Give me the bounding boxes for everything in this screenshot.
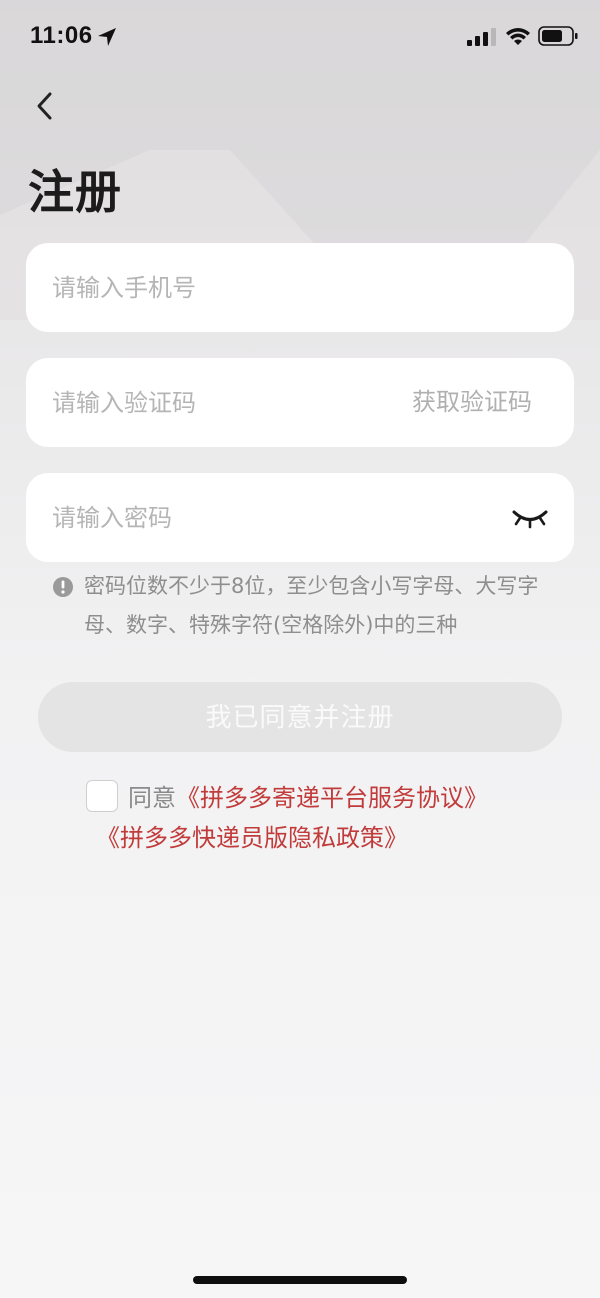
info-icon (53, 577, 73, 597)
wifi-icon (506, 28, 530, 45)
agreement-prefix: 同意 (128, 784, 176, 812)
page-title: 注册 (28, 165, 122, 219)
signal-icon (467, 28, 496, 46)
password-field (26, 473, 574, 562)
battery-icon (538, 26, 578, 46)
back-button[interactable] (28, 84, 68, 128)
chevron-left-icon (37, 92, 52, 120)
privacy-policy-link[interactable]: 《拼多多快递员版隐私政策》 (96, 824, 408, 852)
password-input[interactable] (52, 473, 492, 562)
agreement-text: 同意《拼多多寄递平台服务协议》《拼多多快递员版隐私政策》 (96, 778, 496, 858)
status-bar: 11:06 (0, 0, 600, 74)
phone-field (26, 243, 574, 332)
home-indicator (193, 1276, 407, 1284)
register-button[interactable]: 我已同意并注册 (38, 682, 562, 752)
phone-input[interactable] (52, 243, 552, 332)
verification-code-input[interactable] (52, 358, 382, 447)
status-time: 11:06 (30, 22, 93, 49)
password-hint-text: 密码位数不少于8位，至少包含小写字母、大写字母、数字、特殊字符(空格除外)中的三… (84, 574, 539, 637)
code-field: 获取验证码 (26, 358, 574, 447)
eye-closed-icon[interactable] (510, 503, 550, 533)
location-arrow-icon (98, 28, 116, 46)
get-code-button[interactable]: 获取验证码 (412, 358, 532, 447)
service-agreement-link[interactable]: 《拼多多寄递平台服务协议》 (176, 784, 488, 812)
